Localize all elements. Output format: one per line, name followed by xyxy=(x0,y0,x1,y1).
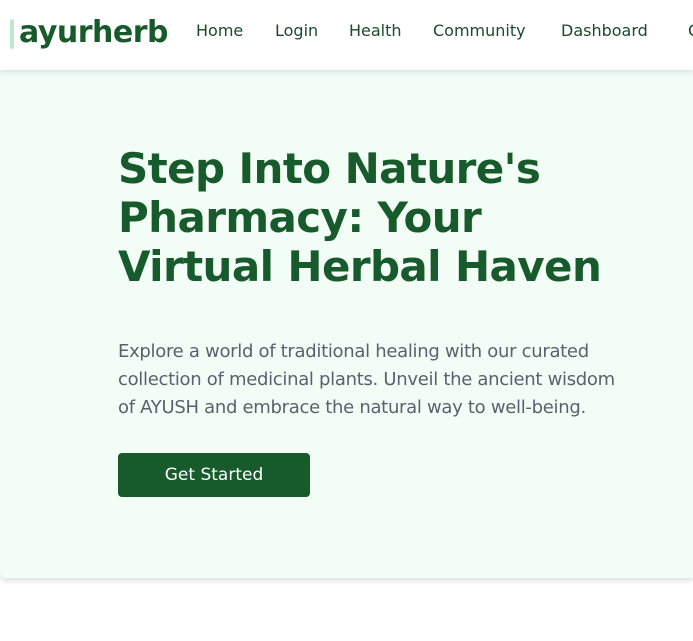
nav-item-community[interactable]: Community xyxy=(433,21,526,41)
nav-item-dashboard[interactable]: Dashboard xyxy=(561,21,648,41)
page: ayurherb Home Login Health Community Das… xyxy=(0,0,693,641)
nav-item-login[interactable]: Login xyxy=(275,21,318,41)
navbar: ayurherb Home Login Health Community Das… xyxy=(0,0,693,70)
hero-description: Explore a world of traditional healing w… xyxy=(118,341,615,418)
get-started-button[interactable]: Get Started xyxy=(118,453,310,497)
logo-accent-bar xyxy=(10,19,14,49)
hero-section: Step Into Nature's Pharmacy: Your Virtua… xyxy=(0,70,693,578)
hero-title: Step Into Nature's Pharmacy: Your Virtua… xyxy=(118,144,602,291)
nav-item-overflow[interactable]: C xyxy=(688,21,693,41)
nav-item-home[interactable]: Home xyxy=(196,21,243,41)
nav-item-health[interactable]: Health xyxy=(349,21,402,41)
brand-logo[interactable]: ayurherb xyxy=(19,13,169,53)
